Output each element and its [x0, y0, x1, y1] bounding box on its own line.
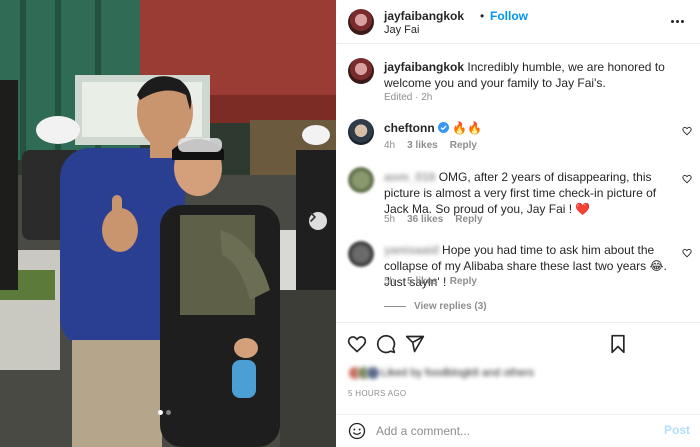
- carousel-dot-active: [158, 410, 163, 415]
- commenter-avatar[interactable]: [348, 167, 374, 193]
- reply-divider-line: [384, 306, 406, 307]
- comment-likes[interactable]: 5 likes: [407, 276, 438, 287]
- comment-likes[interactable]: 3 likes: [407, 140, 438, 151]
- post-actions: Liked by foodblogk8 and others 5 HOURS A…: [336, 322, 700, 414]
- comment-username[interactable]: yanisaaid: [384, 243, 439, 257]
- comment-icon[interactable]: [376, 334, 396, 354]
- view-replies-button[interactable]: View replies (3): [384, 301, 487, 312]
- location-link[interactable]: Jay Fai: [384, 24, 419, 36]
- liker-avatars: [348, 366, 380, 380]
- commenter-avatar[interactable]: [348, 119, 374, 145]
- next-photo-button[interactable]: [309, 212, 327, 230]
- comment-time: 5h: [384, 276, 396, 287]
- verified-badge-icon: [438, 122, 450, 133]
- liked-by[interactable]: Liked by foodblogk8 and others: [348, 366, 534, 380]
- comment-meta: 5h 36 likes Reply: [384, 214, 483, 225]
- comment-time: 5h: [384, 214, 396, 225]
- smiley-icon[interactable]: [348, 422, 366, 440]
- post-sidebar: jayfaibangkok • Follow Jay Fai jayfaiban…: [336, 0, 700, 447]
- comment-text: 🔥🔥: [452, 121, 483, 135]
- post-header: jayfaibangkok • Follow Jay Fai: [336, 0, 700, 44]
- more-options-icon[interactable]: [671, 20, 684, 23]
- view-replies-label: View replies (3): [414, 301, 487, 312]
- paper-plane-icon[interactable]: [405, 334, 425, 354]
- comment-meta: 5h 5 likes Reply: [384, 276, 477, 287]
- follow-button[interactable]: Follow: [490, 9, 528, 23]
- instagram-post-dialog: jayfaibangkok • Follow Jay Fai jayfaiban…: [0, 0, 700, 447]
- comment-username[interactable]: cheftonn: [384, 121, 435, 135]
- separator-dot: •: [480, 9, 485, 23]
- photo-illustration: [0, 0, 336, 447]
- comment-meta: 4h 3 likes Reply: [384, 140, 477, 151]
- comment-2: aom_016 OMG, after 2 years of disappeari…: [384, 169, 674, 217]
- comment-bar: Add a comment... Post: [336, 414, 700, 447]
- comment-input[interactable]: Add a comment...: [376, 424, 470, 438]
- caption-username[interactable]: jayfaibangkok: [384, 60, 464, 74]
- reply-button[interactable]: Reply: [455, 214, 482, 225]
- comment-username[interactable]: aom_016: [384, 170, 435, 184]
- comment-like-heart-icon[interactable]: [682, 174, 692, 184]
- owner-username[interactable]: jayfaibangkok: [384, 9, 464, 23]
- reply-button[interactable]: Reply: [450, 140, 477, 151]
- post-timestamp[interactable]: 5 HOURS AGO: [348, 389, 406, 398]
- post-comment-button[interactable]: Post: [664, 423, 690, 437]
- carousel-dot: [166, 410, 171, 415]
- comment-1: cheftonn 🔥🔥: [384, 120, 664, 136]
- commenter-avatar[interactable]: [348, 241, 374, 267]
- comment-likes[interactable]: 36 likes: [407, 214, 443, 225]
- caption-avatar[interactable]: [348, 58, 374, 84]
- post-photo[interactable]: [0, 0, 336, 447]
- caption: jayfaibangkok Incredibly humble, we are …: [384, 59, 684, 91]
- caption-meta: Edited · 2h: [384, 92, 432, 103]
- reply-button[interactable]: Reply: [450, 276, 477, 287]
- bookmark-icon[interactable]: [609, 334, 627, 354]
- carousel-dots: [158, 410, 171, 415]
- comment-time: 4h: [384, 140, 396, 151]
- liked-by-text: Liked by foodblogk8 and others: [381, 367, 534, 379]
- comment-like-heart-icon[interactable]: [682, 126, 692, 136]
- owner-avatar[interactable]: [348, 9, 374, 35]
- caption-edited-time: Edited · 2h: [384, 92, 433, 103]
- heart-icon[interactable]: [347, 334, 367, 354]
- chevron-right-icon: [310, 212, 316, 222]
- comment-like-heart-icon[interactable]: [682, 248, 692, 258]
